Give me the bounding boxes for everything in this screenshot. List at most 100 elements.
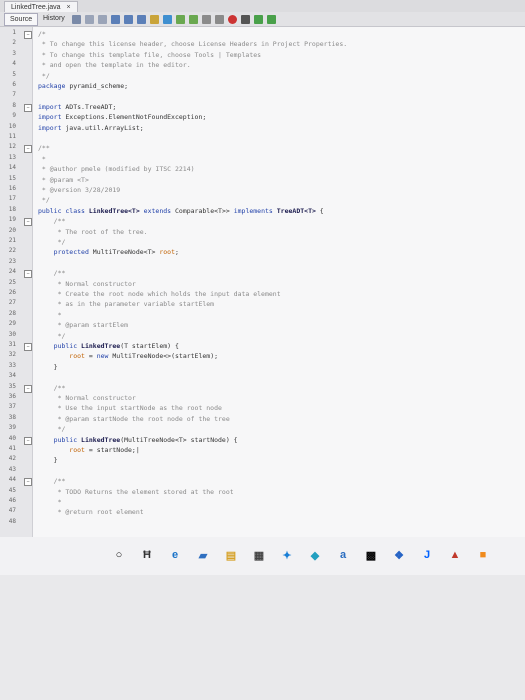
code-token: * @version 3/28/2019 [38,186,121,194]
line-number: 29 [8,320,16,328]
code-line[interactable]: * TODO Returns the element stored at the… [38,487,518,497]
stop-macro-icon[interactable] [241,14,250,24]
code-line[interactable]: * @author pmele (modified by ITSC 2214) [38,164,518,174]
editor-toolbar: Source History [0,12,525,27]
start-icon[interactable]: ○ [110,546,128,564]
fold-toggle-icon[interactable]: − [24,270,32,279]
mail-icon[interactable]: a [334,546,352,564]
code-line[interactable]: /* [38,29,518,39]
code-line[interactable]: * and open the template in the editor. [38,60,518,70]
code-line[interactable]: import ADTs.TreeADT; [38,102,518,112]
dropbox-icon[interactable]: J [418,546,436,564]
code-line[interactable]: import Exceptions.ElementNotFoundExcepti… [38,112,518,122]
code-line[interactable]: import java.util.ArrayList; [38,123,518,133]
find-icon[interactable] [111,14,120,24]
task-view-icon[interactable]: e [166,546,184,564]
close-icon[interactable]: × [67,4,71,11]
jgrasp-icon[interactable]: ▲ [446,546,464,564]
fold-toggle-icon[interactable]: − [24,218,32,227]
forward-icon[interactable] [98,14,107,24]
tab-source[interactable]: Source [4,13,39,26]
last-edit-icon[interactable] [72,14,81,24]
code-line[interactable]: * Normal constructor [38,393,518,403]
code-line[interactable]: */ [38,331,518,341]
code-token: /* [38,30,46,38]
fold-toggle-icon[interactable]: − [24,384,32,393]
code-line[interactable]: package pyramid_scheme; [38,81,518,91]
find-next-icon[interactable] [137,14,146,24]
code-line[interactable]: * Normal constructor [38,279,518,289]
fold-toggle-icon[interactable]: − [24,343,32,351]
code-line[interactable]: * @version 3/28/2019 [38,185,518,195]
edge-icon[interactable]: ▰ [194,546,212,564]
code-token: * Normal constructor [38,394,136,402]
calculator-icon[interactable]: ▦ [250,546,268,564]
start-macro-icon[interactable] [228,14,237,24]
code-line[interactable]: * The root of the tree. [38,227,518,237]
search-icon[interactable]: Ħ [138,546,156,564]
code-line[interactable]: /** [38,268,518,278]
vlc-icon[interactable]: ■ [474,546,492,564]
fold-toggle-icon[interactable]: − [24,31,32,39]
code-token: MultiTreeNode<>(startElem); [108,352,219,361]
code-line[interactable]: root = startNode;| [38,445,518,455]
java-icon[interactable]: ◆ [306,546,324,564]
code-token: */ [38,196,50,205]
code-line[interactable]: */ [38,424,518,434]
code-line[interactable]: /** [38,216,518,226]
shift-left-icon[interactable] [202,14,211,24]
tab-history[interactable]: History [38,13,70,24]
shift-right-icon[interactable] [215,14,224,24]
code-line[interactable]: * [38,497,518,507]
back-icon[interactable] [85,14,94,24]
code-line[interactable]: * [38,310,518,320]
code-line[interactable]: root = new MultiTreeNode<>(startElem); [38,351,518,361]
code-line[interactable]: * To change this template file, choose T… [38,50,518,60]
code-line[interactable]: } [38,455,518,465]
code-line[interactable]: */ [38,237,518,247]
code-line[interactable]: /** [38,383,518,393]
code-line[interactable]: /** [38,476,518,486]
code-editor[interactable]: 1−2 3 4 5 6 7 8−9 10 11 12−13 14 15 16 17 18 19−20 21 22 2… [0,27,525,537]
amazon-icon[interactable]: ▩ [362,546,380,564]
next-bookmark-icon[interactable] [176,14,185,24]
toggle-highlight-icon[interactable] [150,14,159,24]
find-prev-icon[interactable] [124,14,133,24]
code-token: /** [38,269,66,278]
line-number: 30 [8,330,16,338]
code-line[interactable]: * To change this license header, choose … [38,39,518,49]
code-line[interactable]: * as in the parameter variable startElem [38,299,518,309]
explorer-icon[interactable]: ▤ [222,546,240,564]
code-line[interactable]: */ [38,195,518,205]
code-line[interactable]: */ [38,71,518,81]
code-line[interactable]: public LinkedTree(T startElem) { [38,341,518,351]
fold-toggle-icon[interactable]: − [24,478,32,487]
code-line[interactable]: * @return root element [38,507,518,517]
code-line[interactable]: public LinkedTree(MultiTreeNode<T> start… [38,435,518,445]
code-line[interactable]: * Create the root node which holds the i… [38,289,518,299]
fold-toggle-icon[interactable]: − [24,436,32,445]
toggle-bookmark-icon[interactable] [163,14,172,24]
line-number: 4 [12,60,16,68]
fold-toggle-icon[interactable]: − [24,103,32,112]
code-line[interactable]: * Use the input startNode as the root no… [38,403,518,413]
code-line[interactable]: /** [38,143,518,153]
code-line[interactable]: * @param <T> [38,175,518,185]
netbeans-icon[interactable]: ❖ [390,546,408,564]
code-token: (T startElem) { [120,342,179,350]
store-icon[interactable]: ✦ [278,546,296,564]
uncomment-icon[interactable] [267,14,276,24]
code-token: = startNode;| [84,446,140,454]
code-token: protected [38,248,89,257]
prev-bookmark-icon[interactable] [189,14,198,24]
code-line[interactable]: * @param startElem [38,320,518,330]
code-line[interactable]: public class LinkedTree<T> extends Compa… [38,206,518,216]
code-line[interactable]: * @param startNode the root node of the … [38,414,518,424]
comment-icon[interactable] [254,14,263,24]
code-line[interactable]: protected MultiTreeNode<T> root; [38,247,518,257]
code-line[interactable]: } [38,362,518,372]
code-token: * @param startNode the root node of the … [38,414,230,423]
fold-toggle-icon[interactable]: − [24,145,32,154]
code-line[interactable]: * [38,154,518,164]
code-token: * TODO Returns the element stored at the… [38,487,234,496]
